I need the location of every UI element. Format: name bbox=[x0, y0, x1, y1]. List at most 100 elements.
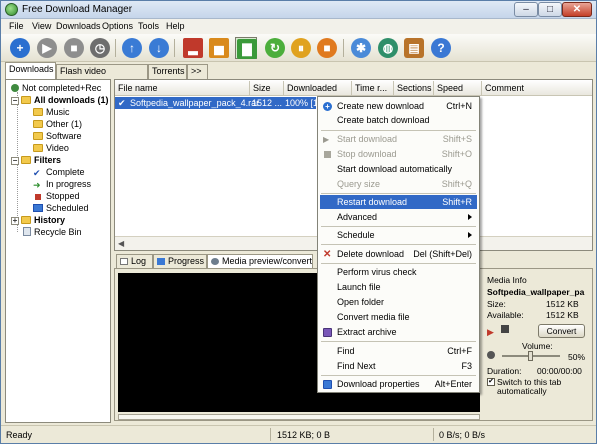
column-sections[interactable]: Sections bbox=[397, 83, 432, 93]
tree-item-scheduled[interactable]: Scheduled bbox=[33, 202, 89, 214]
menu-item-perform-virus-check[interactable]: Perform virus check bbox=[320, 265, 477, 279]
tab-media-preview[interactable]: Media preview/convert bbox=[207, 254, 313, 268]
tab-log[interactable]: Log bbox=[116, 254, 153, 268]
toolbar-separator bbox=[115, 39, 116, 57]
move-down-button[interactable]: ↓ bbox=[148, 37, 170, 59]
speed-high-button[interactable]: ▇ bbox=[235, 37, 257, 59]
minimize-button[interactable]: – bbox=[514, 2, 538, 17]
menu-item-delete-download[interactable]: ✕ Delete download Del (Shift+Del) bbox=[320, 247, 477, 261]
volume-slider[interactable] bbox=[502, 351, 560, 361]
tree-item-not-completed[interactable]: Not completed+Rec bbox=[11, 82, 101, 94]
skins-button[interactable]: ▤ bbox=[403, 37, 425, 59]
close-button[interactable]: ✕ bbox=[562, 2, 592, 17]
arrow-down-icon: ↓ bbox=[149, 38, 169, 58]
pause-all-button[interactable]: ⏸ bbox=[290, 37, 312, 59]
menu-item-query-size[interactable]: Query size Shift+Q bbox=[320, 177, 477, 191]
help-button[interactable]: ? bbox=[430, 37, 452, 59]
column-divider bbox=[393, 81, 394, 95]
menu-item-find[interactable]: Find Ctrl+F bbox=[320, 344, 477, 358]
menu-tools[interactable]: Tools bbox=[138, 21, 159, 31]
submenu-arrow-icon bbox=[468, 214, 472, 220]
column-speed[interactable]: Speed bbox=[437, 83, 463, 93]
tab-flash-video-downloads[interactable]: Flash video downloads bbox=[56, 64, 148, 89]
column-time-remaining[interactable]: Time r... bbox=[355, 83, 387, 93]
tree-item-software[interactable]: Software bbox=[33, 130, 82, 142]
menu-item-create-new-download[interactable]: + Create new download Ctrl+N bbox=[320, 99, 477, 113]
tree-item-in-progress[interactable]: ➜ In progress bbox=[33, 178, 91, 190]
category-tabs: Downloads Flash video downloads Torrents… bbox=[5, 62, 225, 89]
menu-view[interactable]: View bbox=[32, 21, 51, 31]
duration-value: 00:00/00:00 bbox=[537, 366, 582, 376]
menu-item-open-folder[interactable]: Open folder bbox=[320, 295, 477, 309]
clock-icon: ◷ bbox=[90, 38, 110, 58]
tab-progress[interactable]: Progress bbox=[153, 254, 207, 268]
refresh-icon: ↻ bbox=[265, 38, 285, 58]
stop-button[interactable]: ■ bbox=[63, 37, 85, 59]
menu-item-download-properties[interactable]: Download properties Alt+Enter bbox=[320, 377, 477, 391]
speed-low-icon: ▂ bbox=[183, 38, 203, 58]
column-divider bbox=[249, 81, 250, 95]
menu-item-advanced[interactable]: Advanced bbox=[320, 210, 477, 224]
menu-item-find-next[interactable]: Find Next F3 bbox=[320, 359, 477, 373]
menu-item-start-download[interactable]: ▶ Start download Shift+S bbox=[320, 132, 477, 146]
tree-item-history[interactable]: + History bbox=[11, 214, 65, 226]
start-button[interactable]: ▶ bbox=[36, 37, 58, 59]
menu-item-restart-download[interactable]: Restart download Shift+R bbox=[320, 195, 477, 209]
switch-tab-label-line2: automatically bbox=[497, 386, 547, 396]
tree-item-all-downloads[interactable]: − All downloads (1) bbox=[11, 94, 109, 106]
tab-more[interactable]: >> bbox=[187, 64, 208, 79]
menu-downloads[interactable]: Downloads bbox=[56, 21, 101, 31]
play-icon: ▶ bbox=[323, 135, 330, 144]
column-comment[interactable]: Comment bbox=[485, 83, 524, 93]
tab-torrents[interactable]: Torrents bbox=[148, 64, 187, 79]
collapse-icon[interactable]: − bbox=[11, 97, 19, 105]
play-icon[interactable]: ▶ bbox=[487, 327, 494, 338]
start-all-button[interactable]: ↻ bbox=[264, 37, 286, 59]
column-file-name[interactable]: File name bbox=[118, 83, 158, 93]
stop-all-button[interactable]: ■ bbox=[316, 37, 338, 59]
tree-item-complete[interactable]: ✔ Complete bbox=[33, 166, 85, 178]
tab-downloads[interactable]: Downloads bbox=[5, 62, 56, 79]
status-divider bbox=[433, 428, 434, 441]
switch-tab-checkbox[interactable]: ✔ bbox=[487, 378, 495, 386]
menu-item-extract-archive[interactable]: Extract archive bbox=[320, 325, 477, 339]
tree-item-filters[interactable]: − Filters bbox=[11, 154, 61, 166]
gear-icon: ✱ bbox=[351, 38, 371, 58]
menu-item-schedule[interactable]: Schedule bbox=[320, 228, 477, 242]
tree-item-other[interactable]: Other (1) bbox=[33, 118, 82, 130]
tree-item-music[interactable]: Music bbox=[33, 106, 70, 118]
tree-item-video[interactable]: Video bbox=[33, 142, 69, 154]
site-manager-button[interactable]: ◍ bbox=[377, 37, 399, 59]
scroll-left-icon[interactable]: ◀ bbox=[118, 239, 124, 248]
media-position-slider[interactable] bbox=[118, 414, 480, 420]
menu-help[interactable]: Help bbox=[166, 21, 185, 31]
column-size[interactable]: Size bbox=[253, 83, 271, 93]
collapse-icon[interactable]: − bbox=[11, 157, 19, 165]
menu-item-stop-download[interactable]: Stop download Shift+O bbox=[320, 147, 477, 161]
maximize-button[interactable]: □ bbox=[538, 2, 562, 17]
tree-item-recycle-bin[interactable]: Recycle Bin bbox=[23, 226, 82, 238]
tree-item-stopped[interactable]: Stopped bbox=[33, 190, 80, 202]
table-row[interactable]: ✔ Softpedia_wallpaper_pack_4.rar 1512 ..… bbox=[115, 97, 323, 109]
log-icon bbox=[120, 258, 128, 265]
settings-button[interactable]: ✱ bbox=[350, 37, 372, 59]
column-downloaded[interactable]: Downloaded bbox=[287, 83, 337, 93]
convert-button[interactable]: Convert bbox=[538, 324, 585, 338]
menu-options[interactable]: Options bbox=[102, 21, 133, 31]
stop-icon[interactable] bbox=[501, 325, 509, 333]
menu-item-convert-media-file[interactable]: Convert media file bbox=[320, 310, 477, 324]
menu-file[interactable]: File bbox=[9, 21, 24, 31]
scheduler-button[interactable]: ◷ bbox=[89, 37, 111, 59]
speed-medium-button[interactable]: ▅ bbox=[208, 37, 230, 59]
speed-low-button[interactable]: ▂ bbox=[182, 37, 204, 59]
title-bar[interactable]: Free Download Manager – □ ✕ bbox=[1, 1, 596, 19]
volume-slider-thumb[interactable] bbox=[528, 351, 533, 361]
app-logo-icon bbox=[5, 3, 18, 16]
menu-item-launch-file[interactable]: Launch file bbox=[320, 280, 477, 294]
add-download-button[interactable]: + bbox=[9, 37, 31, 59]
move-up-button[interactable]: ↑ bbox=[121, 37, 143, 59]
menu-item-start-download-automatically[interactable]: Start download automatically bbox=[320, 162, 477, 176]
expand-icon[interactable]: + bbox=[11, 217, 19, 225]
menu-item-create-batch-download[interactable]: Create batch download bbox=[320, 113, 477, 127]
checkmark-icon: ✔ bbox=[33, 168, 41, 178]
